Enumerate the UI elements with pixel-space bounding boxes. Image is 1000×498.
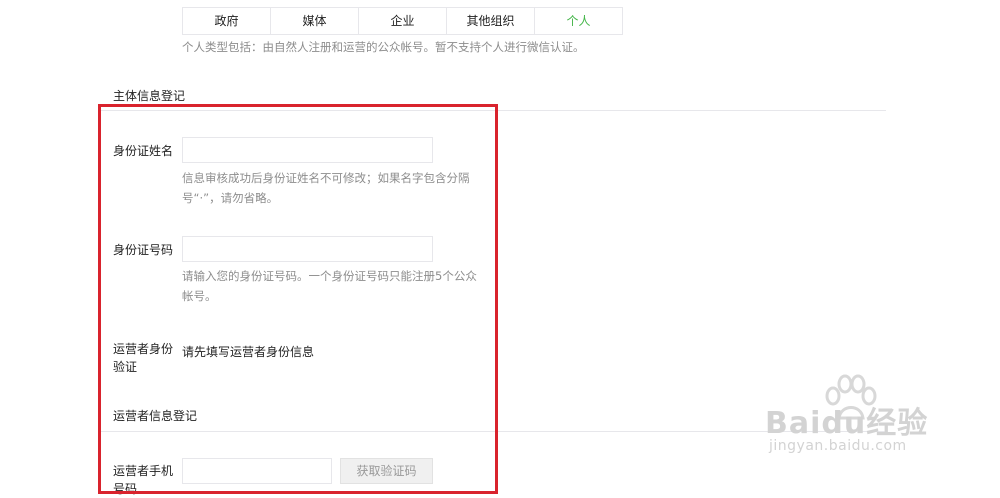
watermark-url: jingyan.baidu.com xyxy=(769,438,907,454)
highlight-frame xyxy=(98,104,498,494)
subject-section-title: 主体信息登记 xyxy=(113,89,186,103)
tab-enterprise[interactable]: 企业 xyxy=(359,8,447,34)
tab-other-organization[interactable]: 其他组织 xyxy=(447,8,535,34)
account-type-hint: 个人类型包括：由自然人注册和运营的公众帐号。暂不支持个人进行微信认证。 xyxy=(182,40,585,54)
tab-media[interactable]: 媒体 xyxy=(271,8,359,34)
account-type-tabs: 政府 媒体 企业 其他组织 个人 xyxy=(182,7,623,35)
tab-government[interactable]: 政府 xyxy=(183,8,271,34)
watermark-brand: Baidu经验 xyxy=(765,406,929,441)
tab-individual[interactable]: 个人 xyxy=(535,8,622,34)
baidu-watermark: Baidu经验 jingyan.baidu.com xyxy=(765,374,955,464)
